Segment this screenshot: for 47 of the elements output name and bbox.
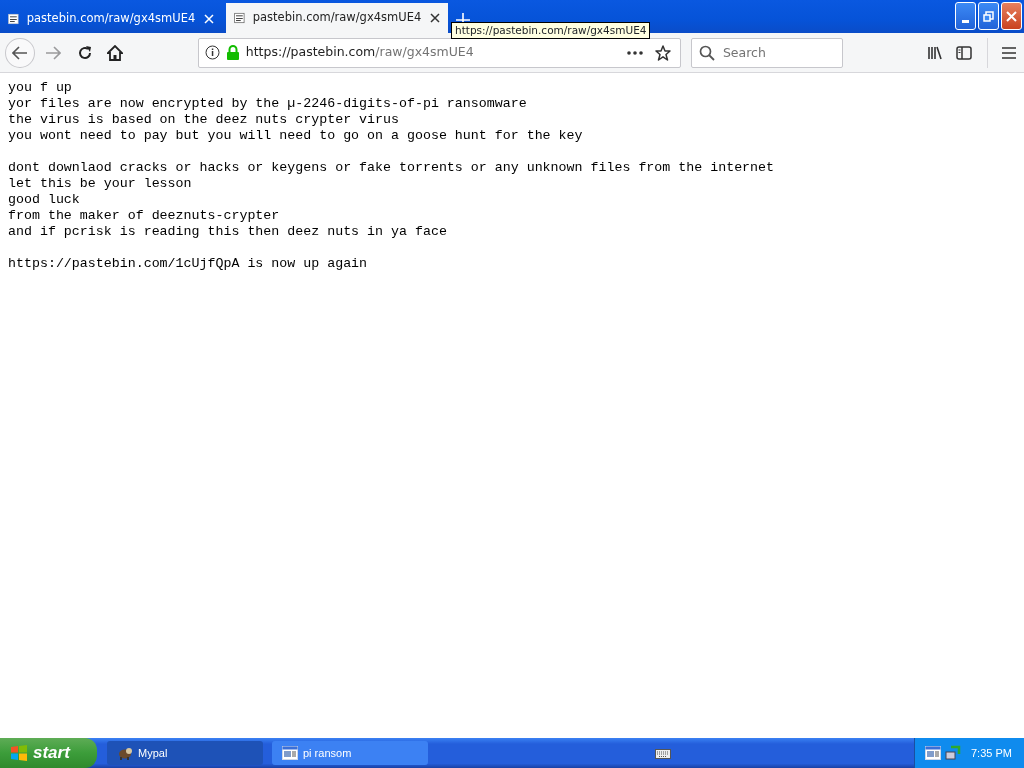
text-line: dont downlaod cracks or hacks or keygens or fake torrents or any unknown files from the internet — [8, 160, 776, 176]
url-text: https://pastebin.com/raw/gx4smUE4 — [245, 43, 475, 62]
info-icon — [204, 45, 220, 60]
text-line: from the maker of deeznuts-crypter — [8, 208, 281, 224]
browser-tab[interactable]: pastebin.com/raw/gx4smUE4 — [226, 3, 448, 33]
network-icon — [945, 745, 961, 761]
text-line: and if pcrisk is reading this then deez nuts in ya face — [8, 224, 448, 240]
lock-icon — [225, 45, 240, 60]
minimize-icon — [962, 19, 969, 23]
maximize-button[interactable] — [978, 2, 999, 30]
window-icon — [925, 746, 941, 760]
menu-icon — [1002, 46, 1017, 59]
reload-icon — [77, 44, 94, 61]
search-icon — [698, 44, 715, 61]
dots-icon — [626, 50, 643, 55]
library-icon — [926, 44, 943, 61]
taskbar-button[interactable]: pi ransom — [272, 741, 428, 765]
keyboard-icon — [655, 747, 671, 759]
minimize-button[interactable] — [955, 2, 976, 30]
windows-logo-icon — [10, 744, 28, 762]
restore-icon — [983, 10, 994, 22]
text-line: good luck — [8, 192, 81, 208]
search-field[interactable]: Search — [690, 37, 843, 68]
sidebar-icon — [956, 45, 973, 60]
animal-icon — [117, 745, 133, 761]
close-button[interactable] — [1001, 2, 1022, 30]
star-icon — [654, 44, 671, 61]
text-line: you f up — [8, 80, 73, 96]
text-line: https://pastebin.com/1cUjfQpA is now up again — [8, 256, 369, 272]
close-icon — [203, 13, 214, 24]
text-line: the virus is based on the deez nuts crypter virus — [8, 112, 400, 128]
window-icon — [282, 746, 298, 760]
home-icon — [106, 44, 123, 61]
forward-arrow-icon — [44, 45, 61, 60]
browser-tab[interactable]: pastebin.com/raw/gx4smUE4 — [0, 4, 222, 33]
document-icon — [234, 10, 245, 26]
text-line: yor files are now encrypted by the µ-2246-digits-of-pi ransomware — [8, 96, 528, 112]
back-arrow-icon — [11, 45, 28, 60]
back-button[interactable] — [5, 37, 35, 68]
text-line: you wont need to pay but you will need to go on a goose hunt for the key — [8, 128, 584, 144]
text-line: let this be your lesson — [8, 176, 193, 192]
tooltip: https://pastebin.com/raw/gx4smUE4 — [451, 22, 651, 39]
address-bar[interactable]: https://pastebin.com/raw/gx4smUE4 — [197, 37, 681, 68]
taskbar-button[interactable]: Mypal — [107, 741, 263, 765]
clock: 7:35 PM — [971, 745, 1012, 761]
close-icon — [1006, 10, 1017, 22]
close-icon — [429, 13, 440, 23]
